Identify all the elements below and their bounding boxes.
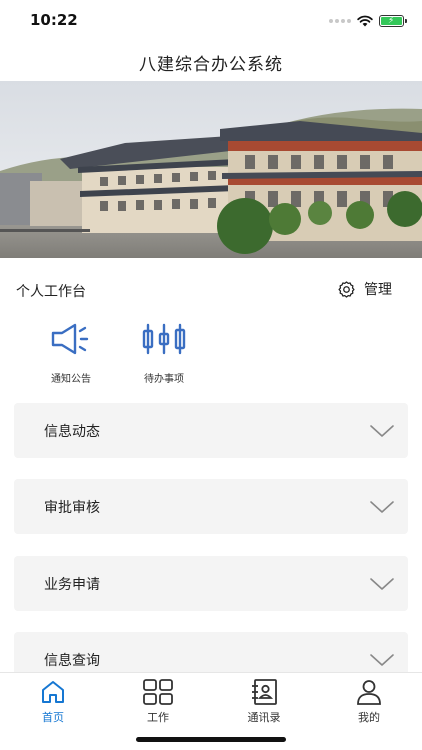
megaphone-icon <box>51 323 89 355</box>
chevron-down-icon <box>370 500 394 513</box>
status-bar: 10:22 ⚡ <box>0 0 422 42</box>
section-business-apply-label: 业务申请 <box>44 576 100 593</box>
section-news-label: 信息动态 <box>44 423 100 440</box>
todo-icon <box>142 323 186 355</box>
banner-image <box>0 81 422 258</box>
tab-home[interactable]: 首页 <box>23 678 83 725</box>
user-icon <box>357 680 381 705</box>
shortcut-grid: 通知公告 待办事项 <box>0 320 422 390</box>
signal-icon <box>329 19 351 23</box>
chevron-down-icon <box>370 424 394 437</box>
shortcut-todo-label: 待办事项 <box>144 374 184 385</box>
wifi-icon <box>357 15 373 27</box>
section-approval-label: 审批审核 <box>44 499 100 516</box>
workbench-title: 个人工作台 <box>16 284 86 300</box>
section-business-apply[interactable]: 业务申请 <box>14 556 408 611</box>
shortcut-todo[interactable]: 待办事项 <box>124 320 204 385</box>
section-news[interactable]: 信息动态 <box>14 403 408 458</box>
tab-work[interactable]: 工作 <box>128 678 188 725</box>
section-approval[interactable]: 审批审核 <box>14 479 408 534</box>
tab-home-label: 首页 <box>42 711 64 724</box>
chevron-down-icon <box>370 577 394 590</box>
tab-contacts-label: 通讯录 <box>247 711 281 724</box>
section-info-query-label: 信息查询 <box>44 652 100 669</box>
home-indicator <box>136 737 286 742</box>
tab-work-label: 工作 <box>147 711 169 724</box>
gear-icon <box>338 280 355 298</box>
home-icon <box>42 681 64 703</box>
grid-icon <box>143 679 173 705</box>
status-indicators: ⚡ <box>329 14 407 28</box>
tab-contacts[interactable]: 通讯录 <box>234 678 294 725</box>
manage-button[interactable]: 管理 <box>337 279 392 299</box>
tab-mine[interactable]: 我的 <box>339 678 399 725</box>
shortcut-notice-label: 通知公告 <box>51 374 91 385</box>
shortcut-notice[interactable]: 通知公告 <box>31 320 111 385</box>
contacts-icon <box>252 679 277 705</box>
battery-icon: ⚡ <box>379 15 407 27</box>
chevron-down-icon <box>370 653 394 666</box>
app-title: 八建综合办公系统 <box>139 55 283 75</box>
status-time: 10:22 <box>30 11 78 29</box>
tab-mine-label: 我的 <box>358 711 380 724</box>
app-screen: 10:22 ⚡ 八建综合办公系统 个人工作台 管理 通知公告 待办事项 信息动态… <box>0 0 422 750</box>
tab-bar: 首页 工作 通讯录 我的 <box>0 672 422 750</box>
manage-label: 管理 <box>364 282 392 298</box>
